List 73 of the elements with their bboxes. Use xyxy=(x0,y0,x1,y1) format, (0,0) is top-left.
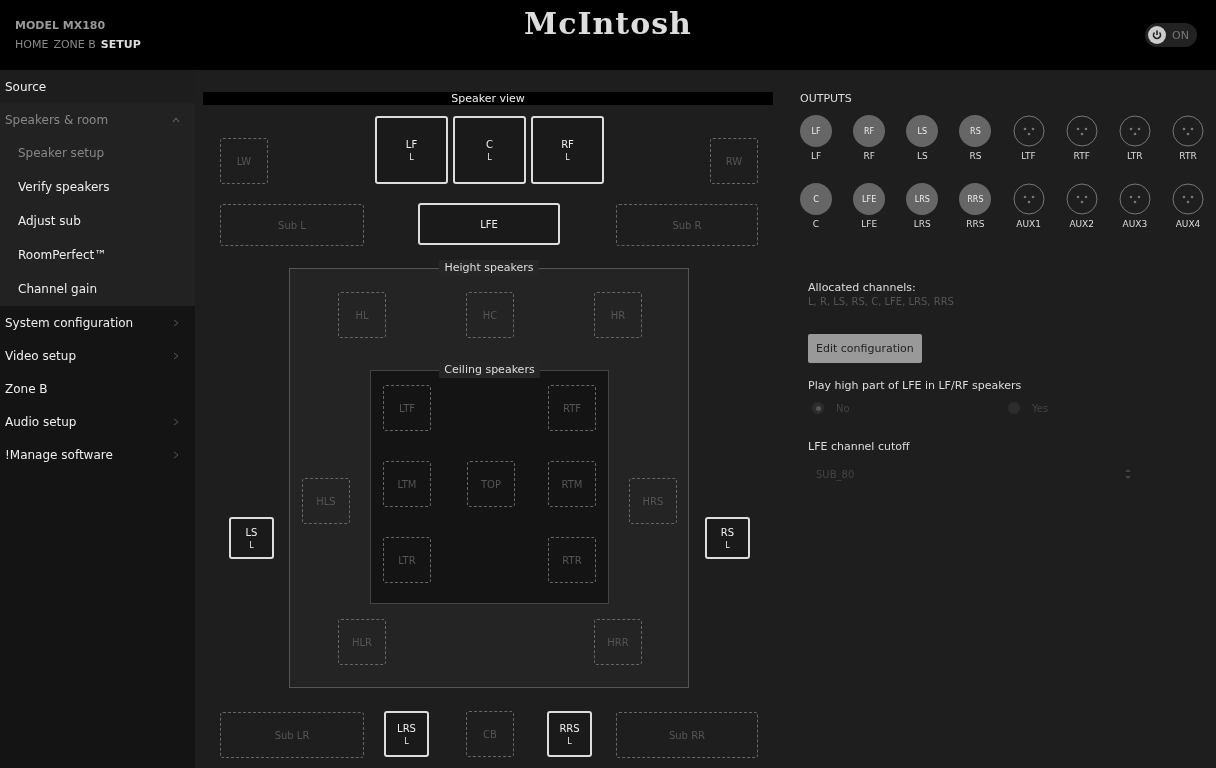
connector-icon[interactable] xyxy=(1118,183,1151,215)
speaker-slot[interactable]: RF L xyxy=(531,116,604,184)
power-toggle[interactable]: ON xyxy=(1145,23,1197,47)
chevron-right-icon xyxy=(172,417,180,426)
output-badge[interactable]: C xyxy=(800,183,832,215)
output-badge[interactable]: LF xyxy=(800,115,832,147)
sidebar-item[interactable]: Speakers & room xyxy=(0,103,195,136)
output-label: LTF xyxy=(1021,151,1036,161)
sidebar-item[interactable]: Audio setup xyxy=(0,405,195,438)
chevron-right-icon xyxy=(172,450,180,459)
output-label: AUX3 xyxy=(1122,219,1148,229)
setting-label: LFE channel cutoff xyxy=(808,440,911,453)
sidebar-item[interactable]: System configuration xyxy=(0,306,195,339)
output-badge[interactable]: RF xyxy=(853,115,886,147)
updown-icon xyxy=(1124,467,1132,481)
output-label: AUX1 xyxy=(1016,219,1041,229)
connector-icon[interactable] xyxy=(1172,183,1204,215)
chevron-up-icon xyxy=(172,115,180,124)
sidebar-subitem[interactable]: Channel gain xyxy=(0,272,195,306)
nav-link[interactable]: SETUP xyxy=(100,38,141,51)
sidebar-subitem[interactable]: Verify speakers xyxy=(0,170,195,204)
sidebar-subitem[interactable]: Speaker setup xyxy=(0,136,195,170)
edit-configuration-button[interactable]: Edit configuration xyxy=(808,334,922,363)
connector-icon[interactable] xyxy=(1065,115,1098,147)
nav-link[interactable]: ZONE B xyxy=(53,38,96,51)
output-label: LS xyxy=(916,151,928,161)
output-badge[interactable]: LS xyxy=(906,115,939,147)
connector-icon[interactable] xyxy=(1118,115,1151,147)
output-label: RTR xyxy=(1179,151,1197,161)
speaker-slot[interactable]: RS L xyxy=(705,517,750,559)
output-label: LRS xyxy=(913,219,931,229)
nav-link[interactable]: HOME xyxy=(15,38,49,51)
speaker-slot[interactable]: C L xyxy=(453,116,526,184)
allocated-label: Allocated channels: xyxy=(808,281,917,294)
sidebar-item[interactable]: Video setup xyxy=(0,339,195,372)
speaker-slot[interactable]: LF L xyxy=(375,116,448,184)
speaker-slot[interactable]: LS L xyxy=(229,517,274,559)
output-label: LF xyxy=(810,151,822,161)
sidebar-item[interactable]: Source xyxy=(0,70,195,103)
output-label: RF xyxy=(863,151,875,161)
sidebar-subitem[interactable]: RoomPerfect™ xyxy=(0,238,195,272)
output-label: LTR xyxy=(1127,151,1143,161)
speaker-view-title: Speaker view xyxy=(203,92,773,105)
connector-icon[interactable] xyxy=(1012,183,1045,215)
connector-icon[interactable] xyxy=(1012,115,1045,147)
sidebar-subitem[interactable]: Adjust sub xyxy=(0,204,195,238)
connector-icon[interactable] xyxy=(1065,183,1098,215)
model-name: MODEL MX180 xyxy=(15,19,107,32)
output-label: LFE xyxy=(861,219,878,229)
setting-label: Play high part of LFE in LF/RF speakers xyxy=(808,379,1023,392)
group-title: Height speakers xyxy=(439,260,539,276)
output-label: RRS xyxy=(966,219,985,229)
connector-icon[interactable] xyxy=(1172,115,1204,147)
logo: McIntosh xyxy=(524,6,692,41)
output-label: AUX2 xyxy=(1069,219,1094,229)
output-label: AUX4 xyxy=(1175,219,1201,229)
speaker-slot[interactable]: LFE xyxy=(418,203,560,245)
output-label: RS xyxy=(969,151,982,161)
group-title: Ceiling speakers xyxy=(439,362,540,378)
output-badge[interactable]: LFE xyxy=(853,183,886,215)
speaker-slot[interactable]: RRS L xyxy=(547,711,592,757)
output-badge[interactable]: RRS xyxy=(959,183,992,215)
output-label: C xyxy=(812,219,820,229)
sidebar-item[interactable]: !Manage software xyxy=(0,438,195,471)
sidebar-item[interactable]: Zone B xyxy=(0,372,195,405)
chevron-right-icon xyxy=(172,351,180,360)
output-badge[interactable]: RS xyxy=(959,115,992,147)
chevron-right-icon xyxy=(172,318,180,327)
outputs-title: OUTPUTS xyxy=(800,92,853,105)
output-badge[interactable]: LRS xyxy=(906,183,939,215)
output-label: RTF xyxy=(1073,151,1090,161)
speaker-slot[interactable]: LRS L xyxy=(384,711,429,757)
radio-icon[interactable] xyxy=(812,402,824,414)
